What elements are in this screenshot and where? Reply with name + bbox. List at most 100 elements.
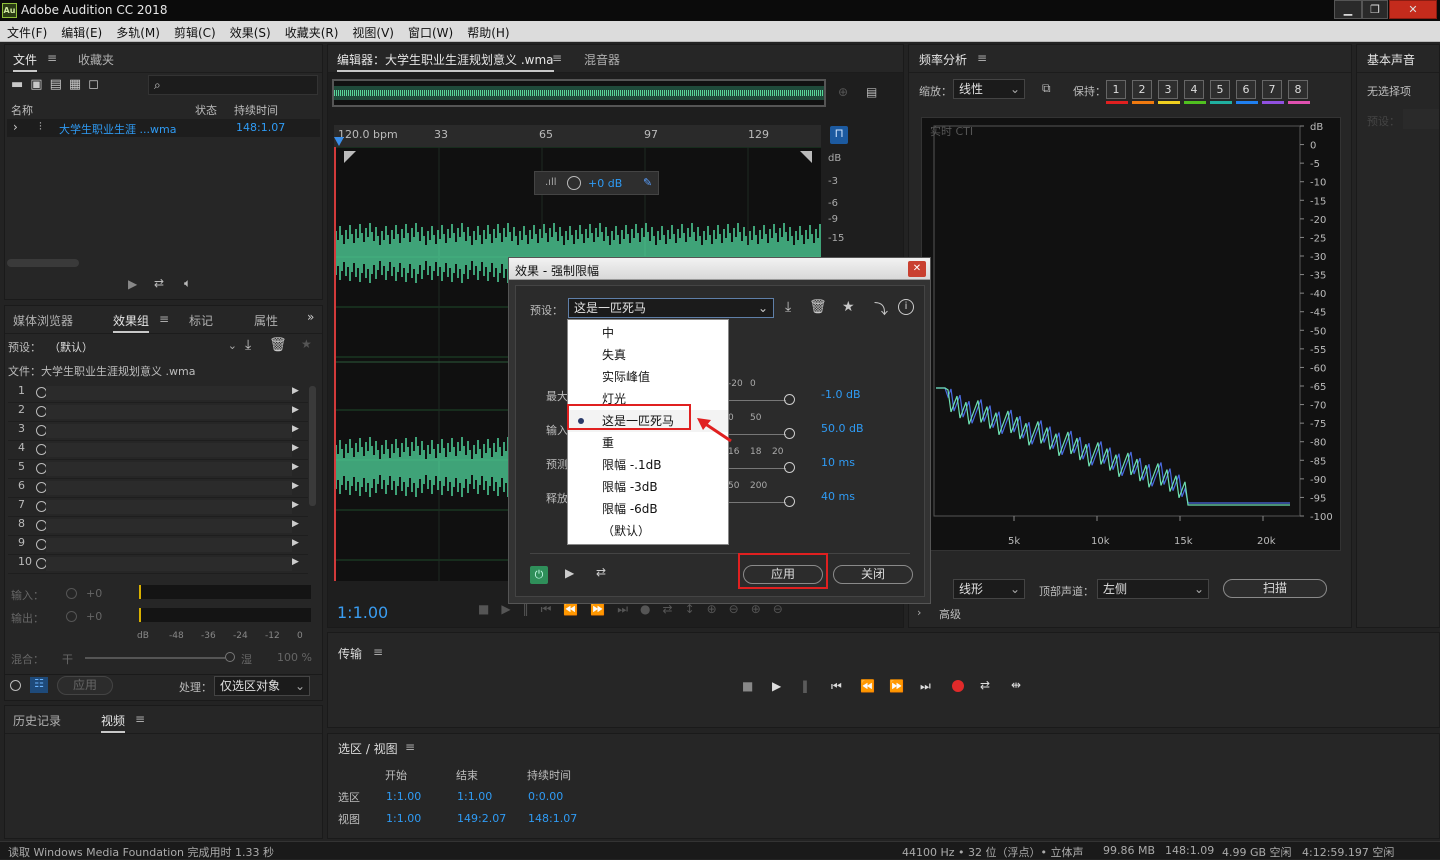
tab-effects-rack[interactable]: 效果组	[113, 312, 150, 333]
rack-apply-button[interactable]: 应用	[57, 676, 113, 695]
slot-field[interactable]	[46, 538, 292, 552]
selection-duration[interactable]: 0:0.00	[528, 790, 563, 803]
dialog-close-icon[interactable]: ✕	[908, 261, 926, 277]
graph-select[interactable]: 线形 ⌄	[953, 579, 1025, 599]
play-preview-icon[interactable]: ▶	[128, 277, 137, 291]
channel-select[interactable]: 左侧 ⌄	[1097, 579, 1209, 599]
param-value[interactable]: 10 ms	[821, 456, 855, 469]
dropdown-item[interactable]: 失真	[568, 344, 728, 366]
hold-button[interactable]: 4	[1184, 80, 1204, 99]
dropdown-item[interactable]: 限幅 -3dB	[568, 476, 728, 498]
panel-menu-icon[interactable]: ≡	[373, 645, 383, 659]
essential-title[interactable]: 基本声音	[1367, 51, 1415, 70]
effect-slot[interactable]: 9 ▶	[8, 536, 308, 555]
advanced-label[interactable]: 高级	[939, 606, 961, 622]
favorite-star-icon[interactable]: ★	[842, 299, 855, 315]
skip-selection-icon[interactable]: ⇹	[1011, 678, 1021, 692]
file-toolbar-icons[interactable]: ▬▣▤▦◻	[11, 77, 106, 92]
menu-item-5[interactable]: 收藏夹(R)	[278, 21, 346, 41]
param-value[interactable]: 50.0 dB	[821, 422, 864, 435]
info-icon[interactable]: i	[898, 299, 914, 315]
maximize-button[interactable]: ❐	[1362, 0, 1388, 19]
slot-arrow-icon[interactable]: ▶	[292, 500, 299, 510]
slot-arrow-icon[interactable]: ▶	[292, 481, 299, 491]
effect-slot[interactable]: 4 ▶	[8, 441, 308, 460]
selection-end[interactable]: 1:1.00	[457, 790, 492, 803]
slot-field[interactable]	[46, 500, 292, 514]
effect-slot[interactable]: 2 ▶	[8, 403, 308, 422]
slot-arrow-icon[interactable]: ▶	[292, 538, 299, 548]
hold-button[interactable]: 7	[1262, 80, 1282, 99]
hud-gain[interactable]: .ıll +0 dB ✎	[534, 171, 659, 195]
view-options-icon[interactable]: ▤	[866, 85, 877, 99]
slot-field[interactable]	[46, 424, 292, 438]
horizontal-scrollbar[interactable]	[7, 259, 79, 267]
tab-favorites[interactable]: 收藏夹	[78, 51, 114, 68]
menu-item-6[interactable]: 视图(V)	[345, 21, 401, 41]
tab-files[interactable]: 文件	[13, 51, 38, 72]
panel-menu-icon[interactable]: ≡	[159, 312, 169, 326]
freq-title[interactable]: 频率分析	[919, 51, 967, 70]
snap-icon[interactable]: ⊓	[830, 126, 848, 144]
slot-arrow-icon[interactable]: ▶	[292, 386, 299, 396]
minimize-button[interactable]: ▁	[1334, 0, 1362, 19]
skip-back-icon[interactable]: ⏮	[831, 679, 842, 694]
file-search-input[interactable]: ⌕	[148, 75, 318, 95]
dropdown-item[interactable]: 实际峰值	[568, 366, 728, 388]
view-start[interactable]: 1:1.00	[386, 812, 421, 825]
stop-icon[interactable]: ■	[742, 679, 753, 693]
delete-preset-icon[interactable]: 🗑︎	[269, 337, 287, 353]
effect-power-icon[interactable]: ⏻	[530, 566, 548, 584]
col-duration[interactable]: 持续时间	[234, 102, 278, 118]
param-value[interactable]: -1.0 dB	[821, 388, 861, 401]
scale-select[interactable]: 线性 ⌄	[953, 79, 1025, 99]
volume-knob-icon[interactable]	[567, 176, 581, 190]
hold-button[interactable]: 2	[1132, 80, 1152, 99]
delete-preset-icon[interactable]: 🗑︎	[809, 299, 827, 315]
panel-menu-icon[interactable]: ≡	[977, 51, 987, 65]
effect-slot[interactable]: 3 ▶	[8, 422, 308, 441]
tab-editor[interactable]: 编辑器：大学生职业生涯规划意义 .wma	[337, 51, 554, 72]
hold-button[interactable]: 5	[1210, 80, 1230, 99]
editor-transport-icons[interactable]: ■▶‖⏮⏪⏩⏭●⇄↕⊕⊖⊕⊖	[478, 602, 898, 617]
scan-button[interactable]: 扫描	[1223, 579, 1327, 598]
param-value[interactable]: 40 ms	[821, 490, 855, 503]
slot-arrow-icon[interactable]: ▶	[292, 443, 299, 453]
advanced-chevron-icon[interactable]: ›	[917, 606, 921, 619]
save-preset-icon[interactable]: ⤓	[785, 299, 791, 315]
overview-bar[interactable]	[332, 79, 826, 107]
freeze-icon[interactable]: ⧉	[1042, 81, 1051, 96]
slot-arrow-icon[interactable]: ▶	[292, 424, 299, 434]
routing-icon[interactable]: ⤵	[874, 299, 888, 319]
dialog-preset-select[interactable]: 这是一匹死马 ⌄	[568, 298, 774, 318]
menu-item-2[interactable]: 多轨(M)	[109, 21, 167, 41]
save-preset-icon[interactable]: ⤓	[245, 337, 251, 353]
effect-slot[interactable]: 10 ▶	[8, 555, 308, 574]
time-ruler[interactable]: 120.0 bpm 33 65 97 129	[334, 125, 821, 147]
dropdown-item[interactable]: （默认）	[568, 520, 728, 542]
slot-field[interactable]	[46, 519, 292, 533]
mix-slider[interactable]	[85, 657, 225, 659]
zoom-icon[interactable]: ⊕	[838, 85, 848, 99]
view-end[interactable]: 149:2.07	[457, 812, 506, 825]
menu-item-3[interactable]: 剪辑(C)	[167, 21, 223, 41]
close-window-button[interactable]: ✕	[1389, 0, 1437, 19]
rewind-icon[interactable]: ⏪	[860, 679, 875, 693]
more-panels-icon[interactable]: »	[307, 310, 314, 324]
process-select[interactable]: 仅选区对象 ⌄	[214, 676, 310, 696]
rack-power-icon[interactable]	[10, 680, 21, 691]
loop-icon[interactable]: ⇄	[980, 678, 990, 692]
selection-start[interactable]: 1:1.00	[386, 790, 421, 803]
slot-field[interactable]	[46, 462, 292, 476]
rack-preset-select[interactable]: （默认） ⌄	[49, 339, 239, 355]
menu-item-1[interactable]: 编辑(E)	[54, 21, 109, 41]
slots-scrollbar[interactable]	[309, 386, 316, 506]
slot-field[interactable]	[46, 557, 292, 571]
menu-item-0[interactable]: 文件(F)	[0, 21, 54, 41]
hold-button[interactable]: 6	[1236, 80, 1256, 99]
effect-slot[interactable]: 7 ▶	[8, 498, 308, 517]
hold-button[interactable]: 1	[1106, 80, 1126, 99]
essential-preset-select[interactable]	[1403, 109, 1439, 129]
playhead-marker[interactable]	[334, 137, 344, 146]
slot-arrow-icon[interactable]: ▶	[292, 519, 299, 529]
